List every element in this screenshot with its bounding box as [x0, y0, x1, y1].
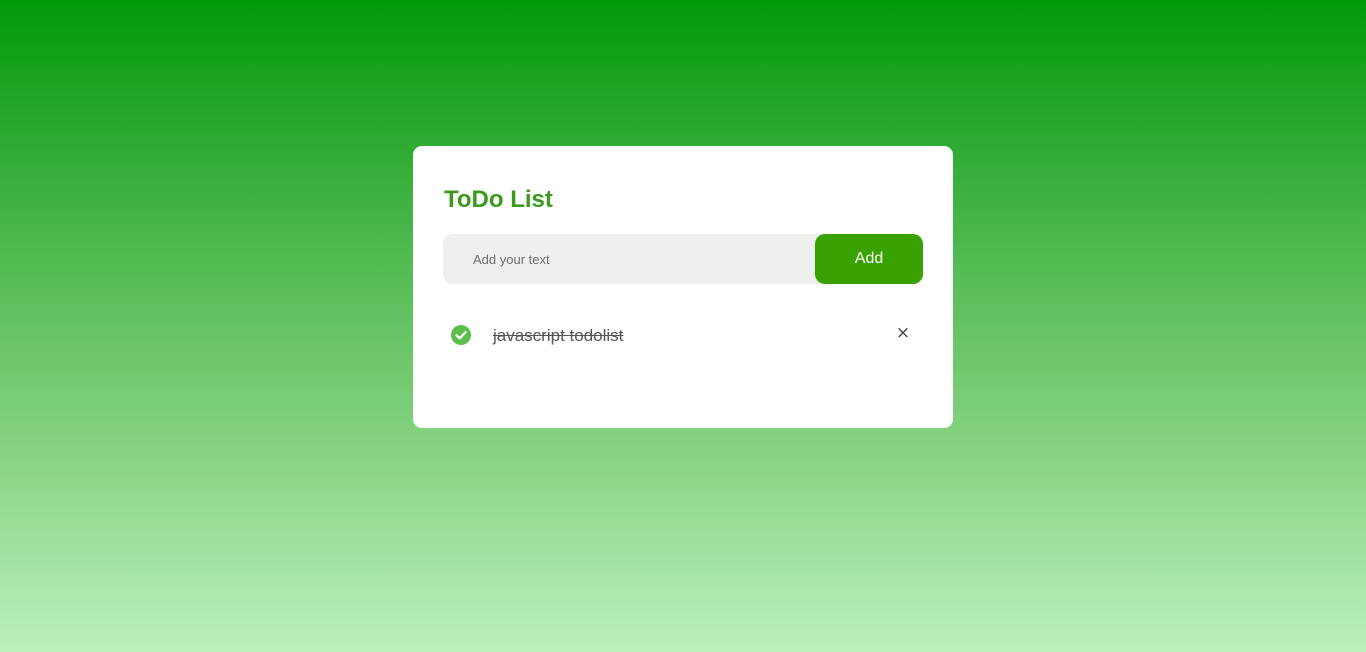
todo-item-text: javascript todolist [493, 326, 624, 345]
delete-todo-button[interactable]: × [893, 322, 913, 344]
todo-item[interactable]: javascript todolist × [443, 316, 923, 354]
check-circle-icon[interactable] [451, 325, 471, 345]
add-todo-row: Add [443, 234, 923, 284]
todo-list: javascript todolist × [443, 316, 923, 354]
app-title: ToDo List [444, 186, 553, 213]
todo-app-card: ToDo List Add javascript todolist × [413, 146, 953, 428]
add-button[interactable]: Add [815, 234, 923, 284]
todo-input[interactable] [443, 234, 815, 284]
